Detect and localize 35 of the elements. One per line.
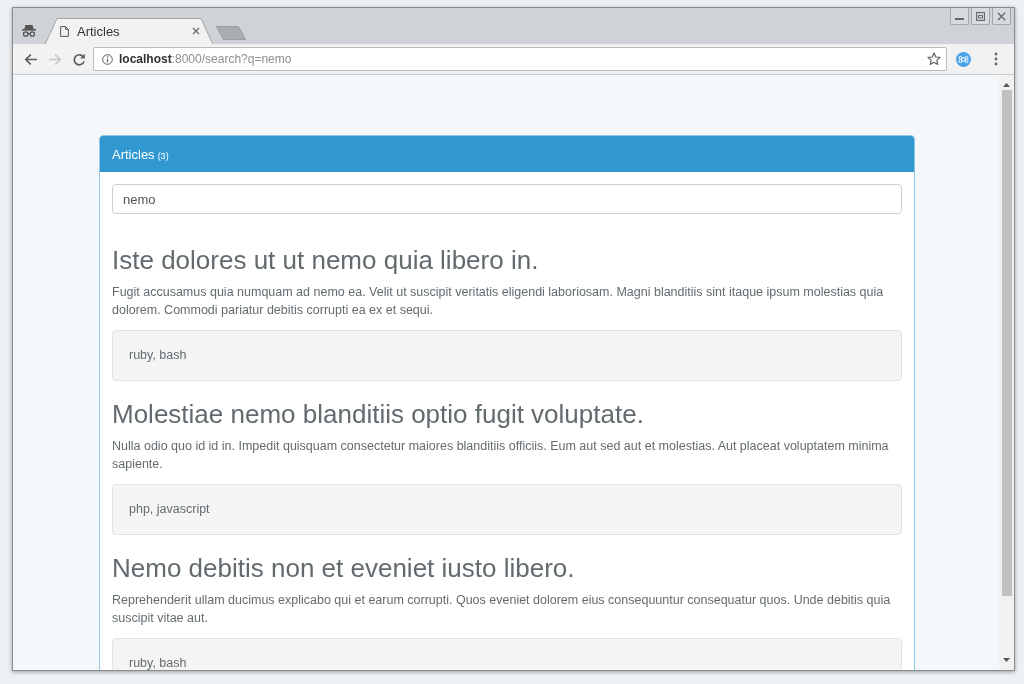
minimize-button[interactable]: [950, 8, 969, 25]
scroll-up-icon[interactable]: [1003, 83, 1010, 87]
back-arrow-icon: [24, 52, 38, 66]
article-summary: Nulla odio quo id id in. Impedit quisquam consectetur maiores blanditiis officiis. Eum aut sed aut et molestias. Aut placeat voluptatem minima sapiente.: [112, 438, 890, 473]
info-icon[interactable]: [102, 53, 113, 65]
close-window-button[interactable]: [992, 8, 1011, 25]
article-title: Nemo debitis non et eveniet iusto libero.: [112, 552, 576, 584]
article-summary: Fugit accusamus quia numquam ad nemo ea. Velit ut suscipit veritatis eligendi laboriosam. Magni blanditiis sint itaque ipsum molestias quia dolorem. Commodi pariatur debitis corrupti ea ex et sequi.: [112, 284, 885, 319]
maximize-button[interactable]: [971, 8, 990, 25]
command-symbol-icon[interactable]: [956, 51, 971, 67]
forward-arrow-icon: [48, 52, 62, 66]
article-tags: ruby, bash: [112, 638, 902, 670]
article-count: (3): [157, 150, 169, 161]
search-field[interactable]: nemo: [112, 184, 902, 214]
browser-tab[interactable]: Articles: [45, 18, 213, 44]
menu-icon[interactable]: [994, 52, 998, 66]
scrollbar-thumb[interactable]: [1001, 90, 1012, 596]
document-icon: [60, 25, 69, 37]
article-title: Molestiae nemo blanditiis optio fugit voluptate.: [112, 398, 645, 430]
article-tags: ruby, bash: [112, 330, 902, 381]
hat-glasses-icon: [22, 24, 36, 37]
minimize-icon: [955, 18, 964, 20]
url-text: localhost:8000/search?q=nemo: [119, 52, 292, 66]
address-bar[interactable]: localhost:8000/search?q=nemo: [93, 47, 947, 71]
article-summary: Reprehenderit ullam ducimus explicabo qui et earum corrupti. Quos eveniet dolorem eius consequuntur consequatur quos. Unde debitis quia suscipit vitae aut.: [112, 592, 892, 627]
star-icon[interactable]: [927, 52, 941, 66]
scrollbar[interactable]: [999, 75, 1014, 670]
scroll-down-icon[interactable]: [1003, 658, 1010, 662]
article-title: Iste dolores ut ut nemo quia libero in.: [112, 244, 540, 276]
article-tags: php, javascript: [112, 484, 902, 535]
close-icon[interactable]: [192, 27, 200, 35]
reload-icon: [72, 52, 86, 66]
close-icon: [997, 11, 1006, 21]
restore-icon: [976, 11, 985, 21]
panel-title: Articles: [112, 146, 155, 162]
